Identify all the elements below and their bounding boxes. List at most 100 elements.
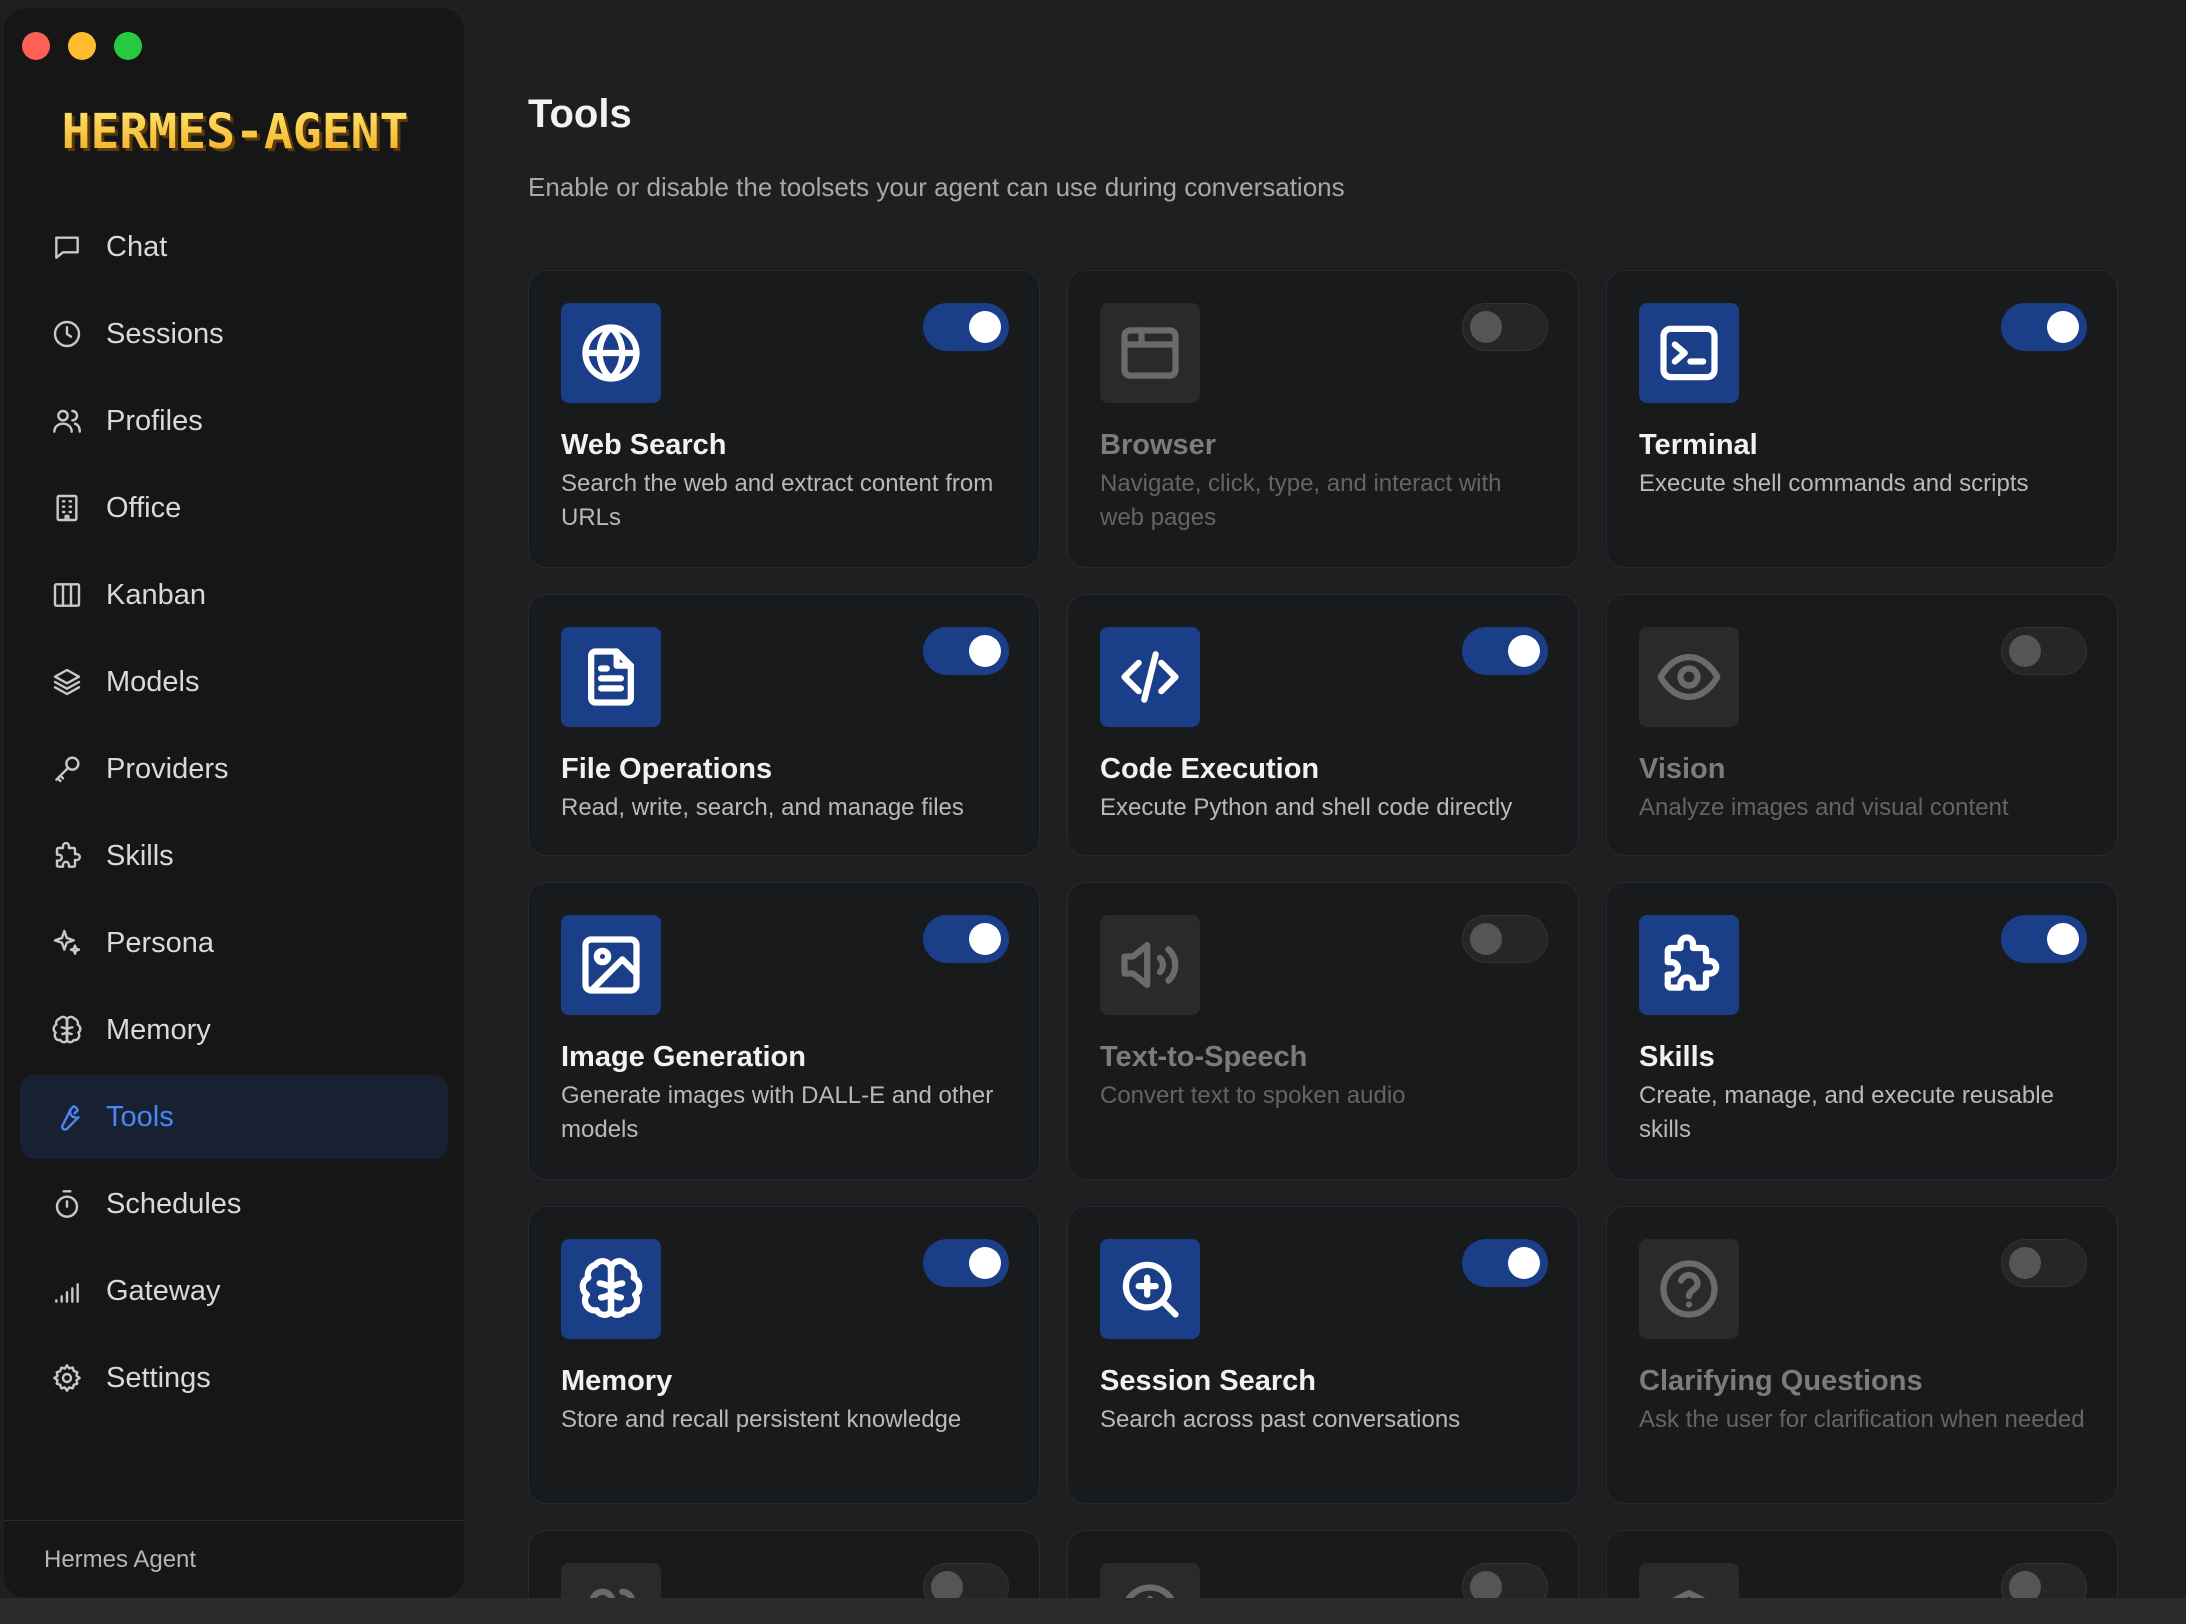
tool-icon-tile	[561, 1563, 661, 1598]
tool-toggle[interactable]	[923, 915, 1009, 963]
sidebar-item-label: Memory	[106, 1013, 211, 1046]
tool-card-image-generation: Image Generation Generate images with DAL…	[528, 882, 1040, 1180]
tool-icon-tile	[561, 627, 661, 727]
brain-icon	[50, 1013, 84, 1047]
tool-card-browser: Browser Navigate, click, type, and intera…	[1067, 270, 1579, 568]
tool-toggle[interactable]	[2001, 303, 2087, 351]
sidebar-item-persona[interactable]: Persona	[20, 901, 448, 985]
sidebar: HERMES-AGENT HERMES-AGENT Chat Sessions Pr…	[4, 8, 464, 1598]
maximize-window-button[interactable]	[114, 32, 142, 60]
sidebar-item-label: Persona	[106, 926, 215, 959]
tool-toggle[interactable]	[2001, 915, 2087, 963]
tool-name: Skills	[1639, 1041, 1715, 1073]
tool-description: Execute Python and shell code directly	[1100, 794, 1513, 821]
sidebar-item-label: Sessions	[106, 317, 224, 350]
tool-toggle[interactable]	[1462, 1563, 1548, 1598]
tool-icon-tile	[1100, 1239, 1200, 1339]
layers-icon	[50, 665, 84, 699]
file-text-icon	[577, 643, 645, 711]
tool-toggle[interactable]	[2001, 627, 2087, 675]
toggle-knob	[969, 1247, 1001, 1279]
tool-name: Clarifying Questions	[1639, 1365, 1923, 1397]
minimize-window-button[interactable]	[68, 32, 96, 60]
users-icon	[50, 404, 84, 438]
sidebar-item-settings[interactable]: Settings	[20, 1336, 448, 1420]
sidebar-item-label: Gateway	[106, 1274, 221, 1307]
toggle-knob	[2009, 635, 2041, 667]
tool-toggle[interactable]	[1462, 627, 1548, 675]
tool-toggle[interactable]	[923, 627, 1009, 675]
sidebar-item-memory[interactable]: Memory	[20, 988, 448, 1072]
chat-icon	[50, 230, 84, 264]
sidebar-item-office[interactable]: Office	[20, 466, 448, 550]
brain-icon	[577, 1255, 645, 1323]
tool-name: Session Search	[1100, 1365, 1316, 1397]
sidebar-item-kanban[interactable]: Kanban	[20, 553, 448, 637]
tool-card-terminal: Terminal Execute shell commands and scrip…	[1606, 270, 2118, 568]
sidebar-footer: Hermes Agent	[4, 1520, 464, 1598]
tool-toggle[interactable]	[923, 303, 1009, 351]
tool-icon-tile	[1639, 1563, 1739, 1598]
sidebar-item-gateway[interactable]: Gateway	[20, 1249, 448, 1333]
close-window-button[interactable]	[22, 32, 50, 60]
sidebar-item-label: Skills	[106, 839, 174, 872]
page-title: Tools	[528, 92, 632, 136]
tool-toggle[interactable]	[1462, 1239, 1548, 1287]
tool-toggle[interactable]	[2001, 1239, 2087, 1287]
timer-icon	[50, 1187, 84, 1221]
sidebar-item-schedules[interactable]: Schedules	[20, 1162, 448, 1246]
hermes-agent-logo: HERMES-AGENT HERMES-AGENT	[62, 104, 408, 163]
tool-toggle[interactable]	[1462, 915, 1548, 963]
tool-icon-tile	[561, 303, 661, 403]
tool-toggle[interactable]	[923, 1239, 1009, 1287]
sidebar-nav: Chat Sessions Profiles Office Kanban Models Pr…	[20, 205, 448, 1423]
sidebar-item-label: Models	[106, 665, 200, 698]
tool-toggle[interactable]	[2001, 1563, 2087, 1598]
window-bottom-bar	[0, 1598, 2186, 1624]
signal-icon	[50, 1274, 84, 1308]
tool-description: Execute shell commands and scripts	[1639, 470, 2029, 497]
tool-name: File Operations	[561, 753, 773, 785]
toggle-knob	[969, 635, 1001, 667]
sidebar-item-tools[interactable]: Tools	[20, 1075, 448, 1159]
speaker-icon	[1116, 931, 1184, 999]
toggle-knob	[1470, 1571, 1502, 1598]
tool-name: Text-to-Speech	[1100, 1041, 1308, 1073]
sidebar-item-profiles[interactable]: Profiles	[20, 379, 448, 463]
tool-toggle[interactable]	[923, 1563, 1009, 1598]
tool-card-code-execution: Code Execution Execute Python and shell c…	[1067, 594, 1579, 856]
tool-icon-tile	[1639, 303, 1739, 403]
sidebar-item-providers[interactable]: Providers	[20, 727, 448, 811]
toggle-knob	[2047, 923, 2079, 955]
sidebar-item-chat[interactable]: Chat	[20, 205, 448, 289]
tool-icon-tile	[1100, 915, 1200, 1015]
tool-description: Convert text to spoken audio	[1100, 1082, 1406, 1109]
tool-description: Store and recall persistent knowledge	[561, 1406, 962, 1433]
browser-window-icon	[1116, 319, 1184, 387]
tool-toggle[interactable]	[1462, 303, 1548, 351]
toggle-knob	[2047, 311, 2079, 343]
toggle-knob	[1470, 923, 1502, 955]
tool-card	[1606, 1530, 2118, 1598]
tool-name: Browser	[1100, 429, 1217, 461]
tool-icon-tile	[561, 1239, 661, 1339]
tool-description: Search across past conversations	[1100, 1406, 1461, 1433]
tool-description: Search the web and extract content from …	[561, 470, 994, 531]
sidebar-item-sessions[interactable]: Sessions	[20, 292, 448, 376]
zoom-in-icon	[1116, 1255, 1184, 1323]
tool-description: Analyze images and visual content	[1639, 794, 2009, 821]
tool-card-text-to-speech: Text-to-Speech Convert text to spoken aud…	[1067, 882, 1579, 1180]
users-icon	[577, 1579, 645, 1598]
tool-card-skills: Skills Create, manage, and execute reusab…	[1606, 882, 2118, 1180]
sidebar-item-label: Kanban	[106, 578, 206, 611]
window-controls	[22, 32, 142, 60]
sidebar-item-skills[interactable]: Skills	[20, 814, 448, 898]
footer-app-name: Hermes Agent	[44, 1545, 197, 1573]
tool-description: Read, write, search, and manage files	[561, 794, 964, 821]
tool-card-memory: Memory Store and recall persistent knowle…	[528, 1206, 1040, 1504]
sidebar-item-label: Settings	[106, 1361, 211, 1394]
tool-name: Image Generation	[561, 1041, 806, 1073]
sidebar-item-models[interactable]: Models	[20, 640, 448, 724]
code-icon	[1116, 643, 1184, 711]
tool-description: Generate images with DALL-E and other mo…	[561, 1082, 994, 1143]
